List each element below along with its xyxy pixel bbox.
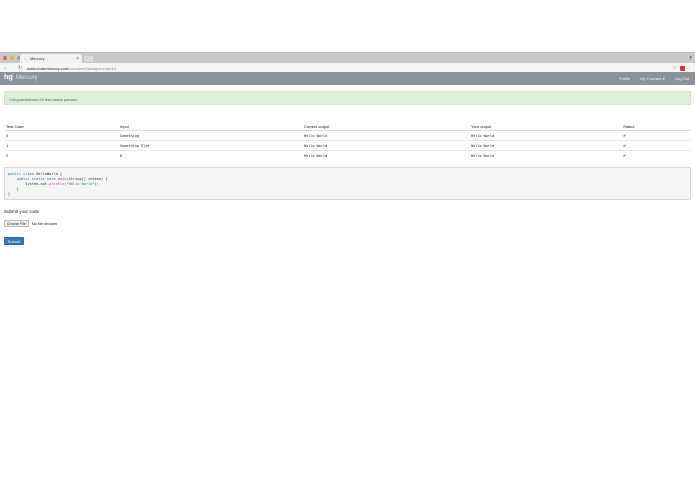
browser-chrome: ◌ Mercury × ▾ ← → ↻ www.codemercury.com/… — [0, 52, 695, 74]
cell-test-case: 1 — [4, 140, 118, 151]
nav-links: Profile My Courses ▾ Log Out — [619, 76, 689, 81]
minimize-window-icon[interactable] — [10, 56, 14, 60]
nav-profile-link[interactable]: Profile — [619, 76, 630, 81]
back-icon[interactable]: ← — [3, 65, 8, 71]
cell-your-output: Hello World — [469, 150, 621, 160]
cell-input: Something Else — [118, 140, 302, 151]
file-status-text: No file chosen — [31, 221, 58, 226]
tab-close-icon[interactable]: × — [76, 56, 79, 62]
submitted-code-block: public class HelloWorld { public static … — [4, 167, 691, 200]
table-row: 1 Something Else Hello World Hello World… — [4, 140, 691, 151]
header-correct-output: Correct output — [302, 122, 469, 131]
header-your-output: Your output — [469, 122, 621, 131]
code-line-4: } — [8, 187, 19, 191]
submit-button[interactable]: Submit — [4, 237, 24, 245]
code-line-1: public class HelloWorld { — [8, 172, 63, 176]
table-header-row: Test Case Input Correct output Your outp… — [4, 122, 691, 131]
code-line-2: public static void main(String[] cheese)… — [8, 177, 108, 181]
code-line-5: } — [8, 192, 11, 196]
header-input: Input — [118, 122, 302, 131]
choose-file-button[interactable]: Choose File — [4, 220, 29, 227]
page-favicon-icon: ◌ — [24, 56, 27, 61]
nav-my-courses-dropdown[interactable]: My Courses ▾ — [640, 76, 664, 81]
forward-icon[interactable]: → — [10, 65, 15, 71]
status-check-icon: ✔ — [621, 140, 691, 151]
header-status: Status — [621, 122, 691, 131]
cell-correct-output: Hello World — [302, 150, 469, 160]
status-check-icon: ✔ — [621, 130, 691, 141]
url-field[interactable]: www.codemercury.com/courses/0/assignment… — [27, 66, 117, 71]
close-window-icon[interactable] — [3, 56, 7, 60]
cell-correct-output: Hello World — [302, 130, 469, 141]
browser-menu-icon[interactable]: ⋮ — [687, 65, 692, 71]
extension-icon[interactable] — [680, 65, 685, 71]
cell-correct-output: Hello World — [302, 140, 469, 151]
cell-test-case: 2 — [4, 150, 118, 160]
success-alert-text: Congratulations! All test cases passed. — [9, 96, 78, 102]
brand-name[interactable]: Mercury — [16, 75, 38, 81]
window-controls — [3, 56, 21, 60]
browser-tab[interactable]: ◌ Mercury × — [20, 54, 82, 63]
bookmark-star-icon[interactable]: ☆ — [673, 65, 677, 71]
code-line-3: System.out.println("Hello World"); — [8, 182, 99, 186]
nav-logout-link[interactable]: Log Out — [675, 76, 689, 81]
reload-icon[interactable]: ↻ — [18, 65, 22, 71]
submit-code-label: Submit your code — [4, 209, 40, 214]
site-navbar: hg | Mercury Profile My Courses ▾ Log Ou… — [0, 72, 695, 85]
test-results-table: Test Case Input Correct output Your outp… — [4, 122, 691, 160]
table-row: 0 Something Hello World Hello World ✔ — [4, 130, 691, 141]
brand-divider: | — [12, 74, 14, 81]
header-test-case: Test Case — [4, 122, 118, 131]
table-row: 2 8 Hello World Hello World ✔ — [4, 150, 691, 160]
cell-your-output: Hello World — [469, 140, 621, 151]
cell-your-output: Hello World — [469, 130, 621, 141]
file-upload-row: Choose File No file chosen — [4, 220, 57, 227]
tab-title: Mercury — [30, 56, 45, 61]
cell-test-case: 0 — [4, 130, 118, 141]
tab-strip: ◌ Mercury × ▾ — [0, 52, 695, 63]
success-alert: Congratulations! All test cases passed. — [4, 91, 691, 105]
cell-input: Something — [118, 130, 302, 141]
profile-icon[interactable]: ▾ — [689, 55, 692, 61]
cell-input: 8 — [118, 150, 302, 160]
status-check-icon: ✔ — [621, 150, 691, 160]
new-tab-button[interactable] — [84, 56, 93, 62]
